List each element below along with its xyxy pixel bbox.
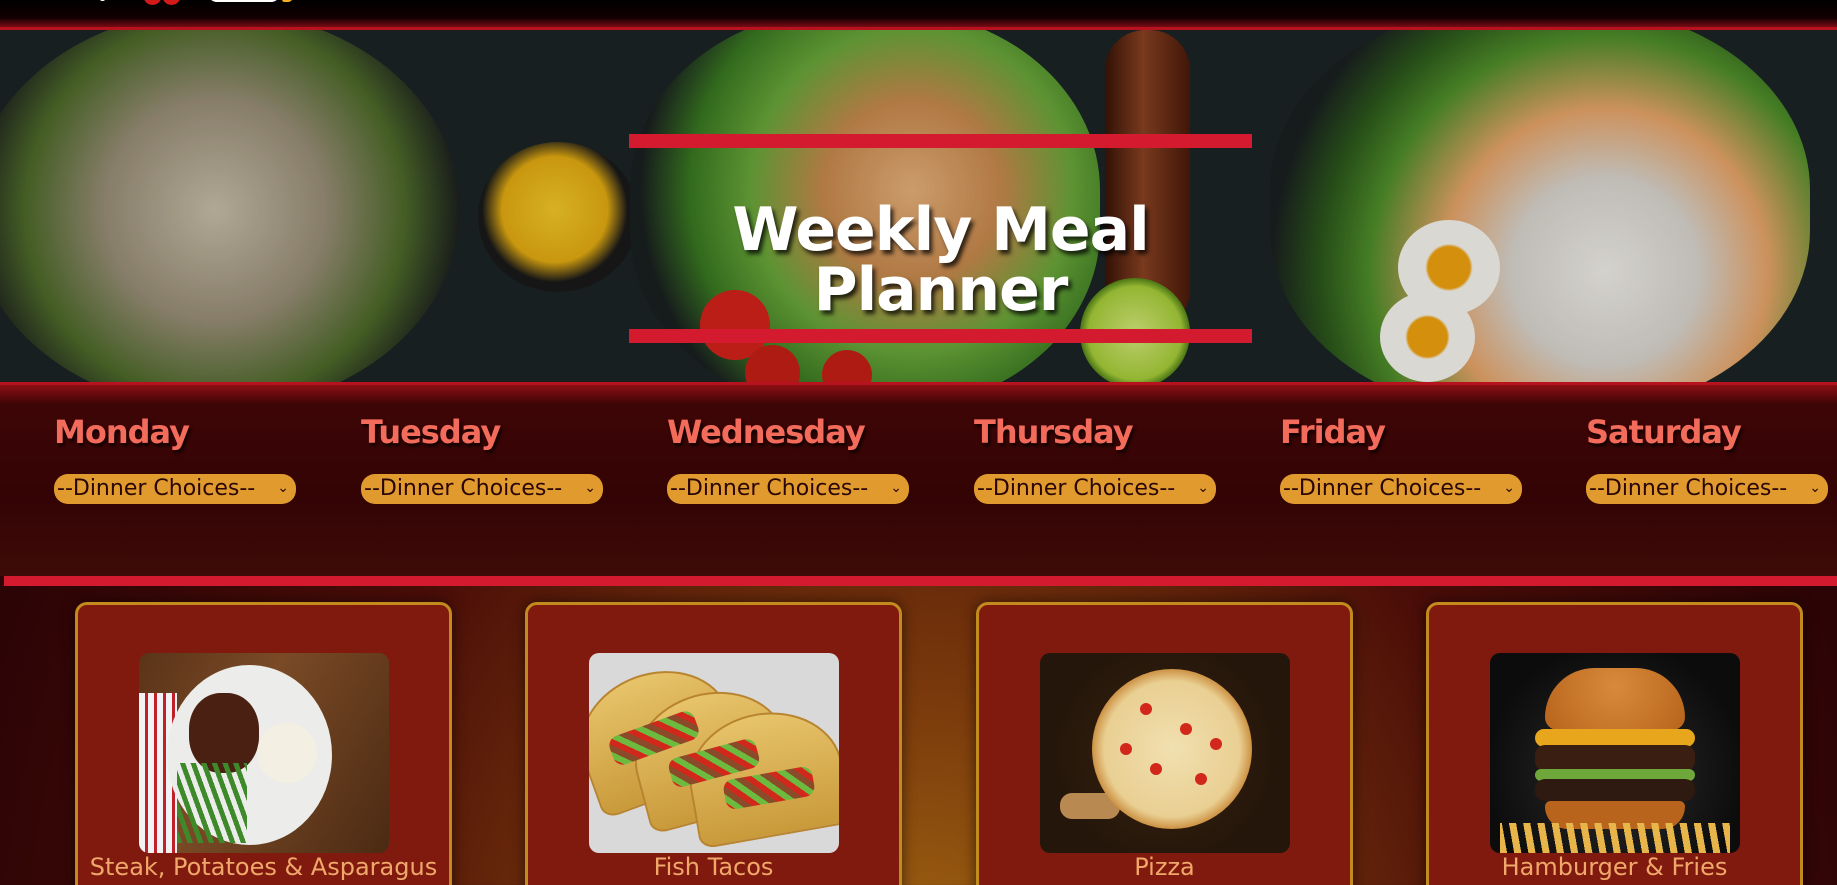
potatoes-shape [256, 723, 317, 783]
hero-banner: Weekly Meal Planner [0, 30, 1837, 382]
meal-title: Steak, Potatoes & Asparagus [89, 853, 438, 881]
select-value: --Dinner Choices-- [1283, 476, 1482, 502]
meal-title: Pizza [1134, 853, 1195, 881]
topping-shape [1119, 743, 1132, 755]
chevron-down-icon: ⌄ [277, 480, 289, 497]
day-label: Wednesday [667, 413, 866, 451]
logo-cherry-icon [144, 0, 161, 5]
hero-bottom-rule [629, 329, 1252, 343]
logo-cherry-icon [163, 0, 180, 5]
pizza-photo [1039, 653, 1290, 853]
day-label: Saturday [1586, 413, 1742, 451]
chevron-down-icon: ⌄ [1503, 480, 1515, 497]
logo-mark [100, 0, 105, 1]
dinner-select-wednesday[interactable]: --Dinner Choices-- ⌄ [667, 474, 909, 505]
meal-card-fish-tacos[interactable]: Fish Tacos [525, 602, 902, 885]
fish-tacos-photo [588, 653, 839, 853]
dinner-select-saturday[interactable]: --Dinner Choices-- ⌄ [1586, 474, 1828, 505]
meal-card-pizza[interactable]: Pizza [976, 602, 1353, 885]
topping-shape [1139, 703, 1152, 715]
patty-shape [1534, 745, 1695, 771]
pizza-shape [1091, 669, 1252, 829]
hamburger-photo [1489, 653, 1740, 853]
meal-title: Hamburger & Fries [1501, 853, 1728, 881]
logo-wordmark [208, 0, 280, 2]
brand-logo[interactable] [88, 0, 348, 12]
patty-shape [1534, 779, 1695, 801]
meal-card-steak[interactable]: Steak, Potatoes & Asparagus [75, 602, 452, 885]
dinner-select-friday[interactable]: --Dinner Choices-- ⌄ [1280, 474, 1522, 505]
day-column-friday: Friday --Dinner Choices-- ⌄ [1280, 413, 1530, 508]
section-divider [4, 576, 1837, 586]
logo-bolt-icon [281, 0, 297, 2]
meal-card-hamburger[interactable]: Hamburger & Fries [1426, 602, 1803, 885]
page-title: Weekly Meal Planner [732, 195, 1149, 325]
fries-shape [1499, 823, 1730, 853]
day-column-thursday: Thursday --Dinner Choices-- ⌄ [974, 413, 1224, 508]
chevron-down-icon: ⌄ [890, 480, 902, 497]
topping-shape [1149, 763, 1162, 775]
steak-shape [188, 693, 259, 773]
select-value: --Dinner Choices-- [1589, 476, 1788, 502]
day-column-monday: Monday --Dinner Choices-- ⌄ [54, 413, 304, 508]
dinner-select-thursday[interactable]: --Dinner Choices-- ⌄ [974, 474, 1216, 505]
steak-photo [138, 653, 389, 853]
day-planner-row: Monday --Dinner Choices-- ⌄ Tuesday --Di… [0, 382, 1837, 576]
select-value: --Dinner Choices-- [57, 476, 256, 502]
dinner-select-monday[interactable]: --Dinner Choices-- ⌄ [54, 474, 296, 505]
select-value: --Dinner Choices-- [977, 476, 1176, 502]
dinner-select-tuesday[interactable]: --Dinner Choices-- ⌄ [361, 474, 603, 505]
select-value: --Dinner Choices-- [670, 476, 869, 502]
chevron-down-icon: ⌄ [1197, 480, 1209, 497]
asparagus-shape [176, 763, 247, 843]
chevron-down-icon: ⌄ [584, 480, 596, 497]
chevron-down-icon: ⌄ [1809, 480, 1821, 497]
select-value: --Dinner Choices-- [364, 476, 563, 502]
day-label: Tuesday [361, 413, 501, 451]
day-label: Monday [54, 413, 190, 451]
topping-shape [1179, 723, 1192, 735]
day-label: Thursday [974, 413, 1134, 451]
topping-shape [1194, 773, 1207, 785]
meal-title: Fish Tacos [653, 853, 774, 881]
topping-shape [1209, 738, 1222, 750]
bun-top-shape [1544, 668, 1685, 730]
day-label: Friday [1280, 413, 1386, 451]
top-nav-bar [0, 0, 1837, 30]
hero-top-rule [629, 134, 1252, 148]
day-column-saturday: Saturday --Dinner Choices-- ⌄ [1586, 413, 1836, 508]
day-column-tuesday: Tuesday --Dinner Choices-- ⌄ [361, 413, 611, 508]
day-column-wednesday: Wednesday --Dinner Choices-- ⌄ [667, 413, 917, 508]
